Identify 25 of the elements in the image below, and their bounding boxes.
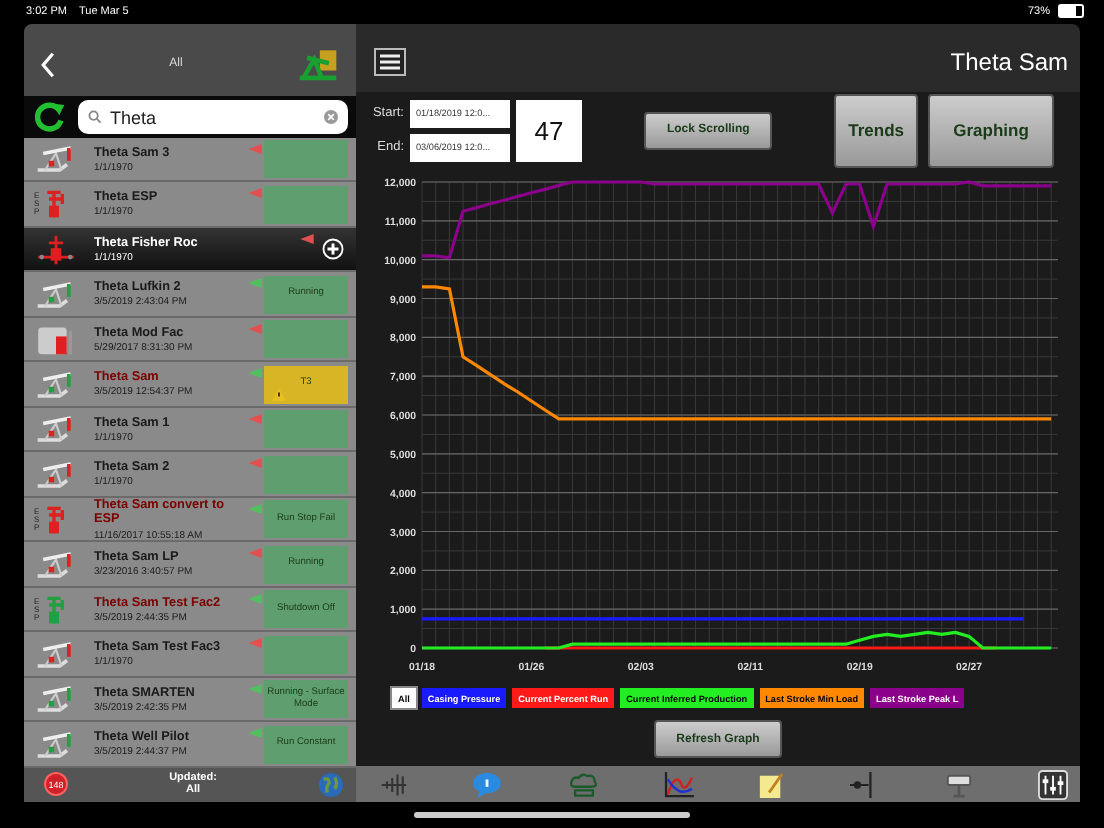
globe-icon[interactable] bbox=[318, 771, 344, 798]
clear-icon[interactable] bbox=[324, 110, 338, 125]
antenna-icon[interactable] bbox=[380, 771, 408, 797]
well-title: Theta Sam bbox=[950, 48, 1068, 76]
status-box bbox=[264, 140, 348, 179]
refresh-icon[interactable] bbox=[32, 100, 66, 135]
search-icon bbox=[88, 110, 102, 125]
battery-icon bbox=[1058, 4, 1084, 18]
menu-icon[interactable] bbox=[374, 48, 406, 76]
status-box bbox=[264, 455, 348, 494]
sliders-icon[interactable] bbox=[1037, 769, 1068, 799]
status-box bbox=[264, 410, 348, 449]
pumpjack-logo-icon[interactable] bbox=[296, 47, 340, 82]
chart-icon[interactable] bbox=[663, 771, 694, 797]
info-icon[interactable] bbox=[472, 771, 503, 797]
status-box bbox=[264, 320, 348, 359]
add-icon[interactable] bbox=[322, 238, 344, 261]
note-icon[interactable] bbox=[758, 771, 785, 797]
day-count: 47 bbox=[516, 99, 582, 161]
back-icon[interactable] bbox=[40, 51, 56, 78]
view-button[interactable]: Trends bbox=[834, 93, 918, 167]
search-field[interactable]: Theta bbox=[78, 100, 348, 135]
status-box bbox=[264, 635, 348, 674]
view-button[interactable]: Graphing bbox=[928, 93, 1054, 167]
status-box bbox=[264, 185, 348, 224]
